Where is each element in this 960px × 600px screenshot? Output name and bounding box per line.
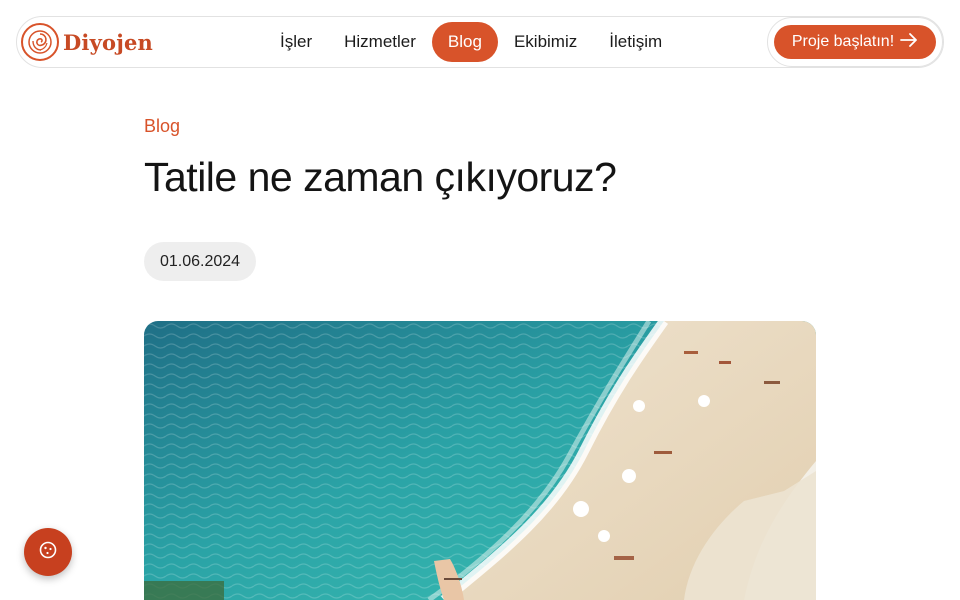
- swirl-logo-icon: [21, 23, 59, 61]
- brand-logo[interactable]: Diyojen: [21, 23, 153, 61]
- hero-image: [144, 321, 816, 600]
- nav-item-hizmetler[interactable]: Hizmetler: [328, 22, 432, 62]
- main-nav: İşler Hizmetler Blog Ekibimiz İletişim: [264, 22, 678, 62]
- nav-item-iletisim[interactable]: İletişim: [593, 22, 678, 62]
- start-project-button[interactable]: Proje başlatın!: [774, 25, 936, 59]
- cookie-icon: [38, 540, 58, 565]
- arrow-right-icon: [900, 32, 918, 52]
- top-navbar: Diyojen İşler Hizmetler Blog Ekibimiz İl…: [16, 16, 944, 68]
- nav-item-ekibimiz[interactable]: Ekibimiz: [498, 22, 593, 62]
- post-date: 01.06.2024: [160, 252, 241, 270]
- brand-name: Diyojen: [63, 29, 154, 55]
- post-date-badge: 01.06.2024: [144, 242, 257, 281]
- nav-item-isler[interactable]: İşler: [264, 22, 328, 62]
- nav-item-blog[interactable]: Blog: [431, 22, 498, 62]
- start-project-label: Proje başlatın!: [791, 33, 895, 50]
- cookie-settings-button[interactable]: [24, 528, 72, 576]
- cta-wrapper: Proje başlatın!: [767, 17, 943, 67]
- post-title: Tatile ne zaman çıkıyoruz?: [144, 154, 617, 200]
- post-category[interactable]: Blog: [144, 116, 180, 137]
